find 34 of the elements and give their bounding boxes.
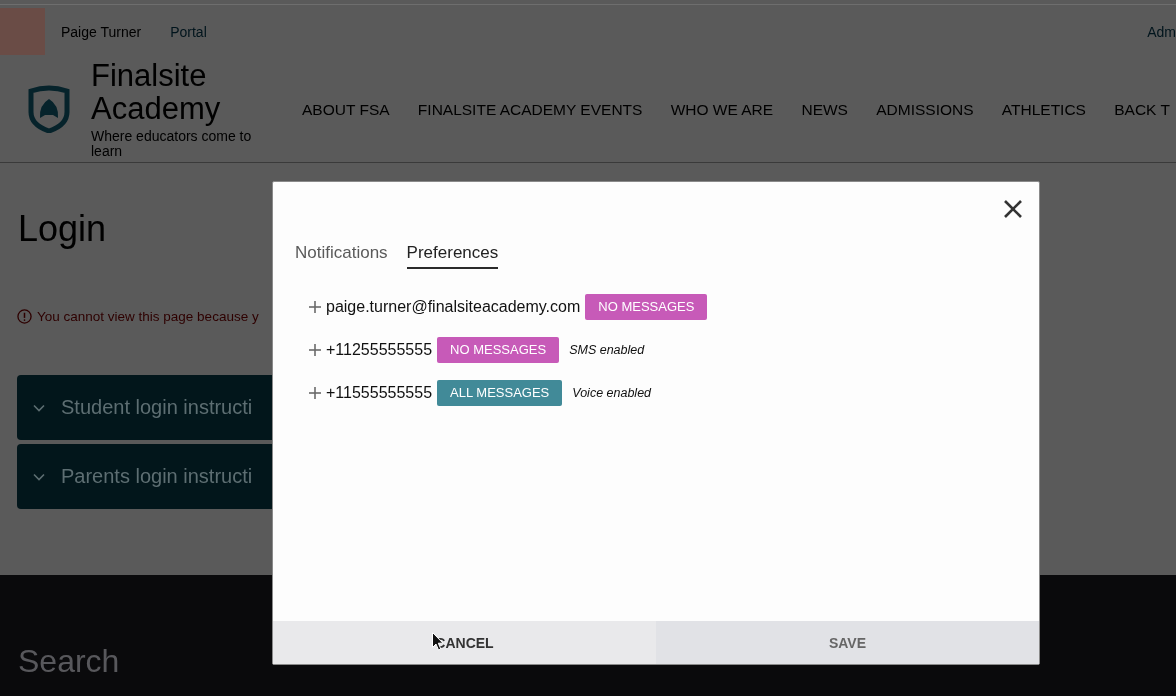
tab[interactable]: Notifications [295, 242, 388, 269]
message-status-badge: NO MESSAGES [585, 293, 708, 320]
tab[interactable]: Preferences [406, 242, 499, 269]
nav-link[interactable]: ADMISSIONS [876, 100, 974, 119]
contact-address: paige.turner@finalsiteacademy.com [326, 297, 581, 316]
alert-icon [17, 308, 32, 324]
site-name[interactable]: Finalsite Academy [91, 58, 231, 125]
nav-link[interactable]: BACK T [1114, 100, 1170, 119]
site-tagline: Where educators come to learn [91, 128, 253, 159]
save-button[interactable]: SAVE [656, 621, 1039, 664]
plus-icon[interactable] [309, 343, 321, 356]
nav-link[interactable]: NEWS [801, 100, 848, 119]
plus-icon[interactable] [309, 386, 321, 399]
nav-link[interactable]: ATHLETICS [1001, 100, 1086, 119]
nav-link[interactable]: WHO WE ARE [670, 100, 774, 119]
accordion-header[interactable]: Parents login instructi [17, 444, 272, 509]
shield-logo-icon[interactable] [28, 84, 70, 133]
error-message: You cannot view this page because y [37, 308, 259, 324]
search-heading: Search [18, 643, 120, 679]
nav-link[interactable]: ABOUT FSA [302, 100, 390, 119]
accordion-header[interactable]: Student login instructi [17, 375, 272, 440]
portal-link[interactable]: Portal [170, 23, 207, 40]
contact-address: +11255555555 [326, 340, 433, 359]
contact-address: +11555555555 [326, 383, 433, 402]
close-icon[interactable] [1003, 199, 1023, 219]
message-status-badge: ALL MESSAGES [437, 379, 563, 406]
contact-note: Voice enabled [572, 385, 652, 400]
contact-note: SMS enabled [569, 342, 645, 357]
user-name: Paige Turner [61, 23, 142, 40]
message-status-badge: NO MESSAGES [437, 336, 560, 363]
page-title: Login [18, 207, 107, 251]
admin-link[interactable]: Adm [1147, 23, 1176, 40]
plus-icon[interactable] [309, 300, 321, 313]
nav-link[interactable]: FINALSITE ACADEMY EVENTS [417, 100, 643, 119]
